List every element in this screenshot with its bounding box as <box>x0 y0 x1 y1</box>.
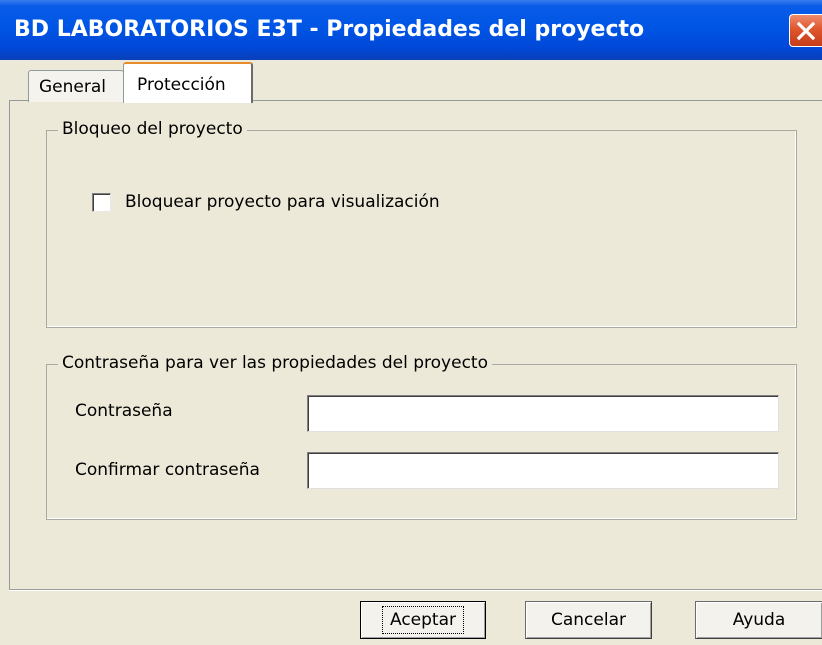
tab-general-label: General <box>39 77 106 97</box>
help-button[interactable]: Ayuda <box>695 601 822 639</box>
close-button[interactable] <box>789 14 822 47</box>
title-bar[interactable]: BD LABORATORIOS E3T - Propiedades del pr… <box>0 0 822 60</box>
button-separator <box>9 589 822 591</box>
password-field[interactable] <box>307 395 779 432</box>
lock-group-legend: Bloqueo del proyecto <box>58 119 247 139</box>
cancel-button[interactable]: Cancelar <box>525 601 652 639</box>
password-groupbox <box>46 364 797 520</box>
lock-groupbox <box>46 130 797 328</box>
tab-general[interactable]: General <box>28 70 124 102</box>
tab-proteccion[interactable]: Protección <box>123 62 253 103</box>
project-properties-dialog: BD LABORATORIOS E3T - Propiedades del pr… <box>0 0 822 645</box>
lock-project-checkbox-label[interactable]: Bloquear proyecto para visualización <box>125 191 440 213</box>
password-group-legend: Contraseña para ver las propiedades del … <box>58 353 492 373</box>
close-icon <box>796 21 816 41</box>
ok-button[interactable]: Aceptar <box>360 601 486 639</box>
confirm-password-label: Confirmar contraseña <box>75 460 260 480</box>
lock-project-checkbox[interactable] <box>92 193 111 212</box>
password-label: Contraseña <box>75 401 173 421</box>
confirm-password-field[interactable] <box>307 452 779 489</box>
tab-proteccion-label: Protección <box>137 75 226 95</box>
ok-button-label: Aceptar <box>382 606 464 634</box>
window-title: BD LABORATORIOS E3T - Propiedades del pr… <box>14 17 645 42</box>
